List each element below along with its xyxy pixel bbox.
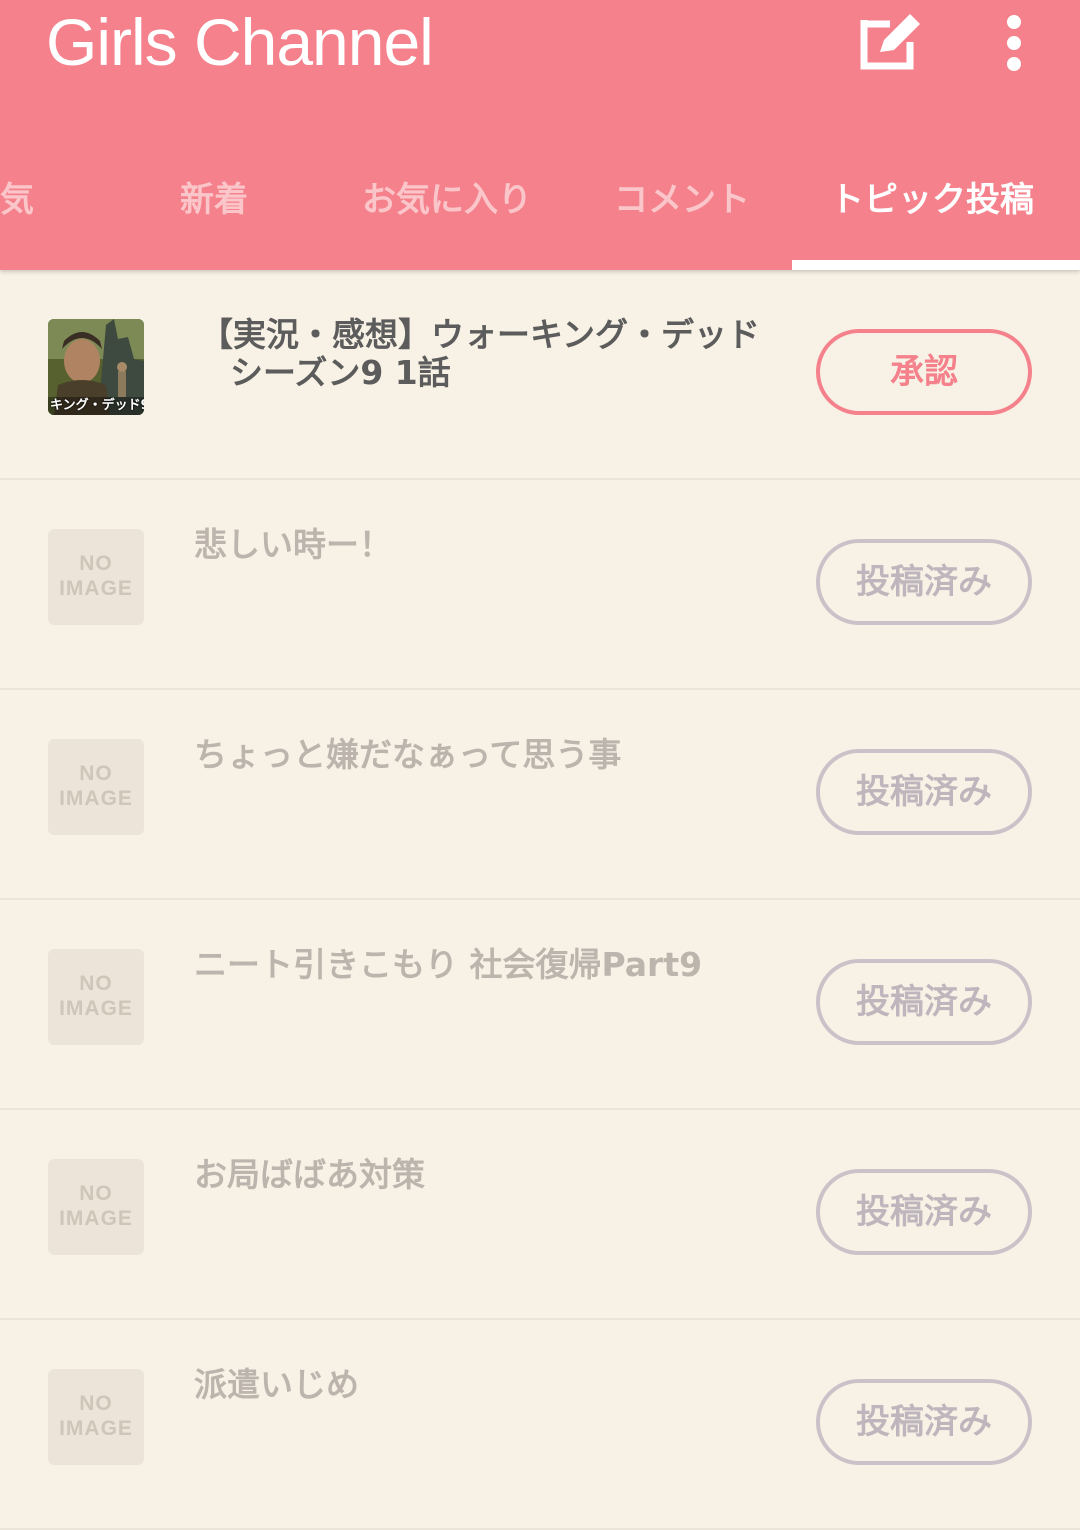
no-image-text-bottom: IMAGE xyxy=(59,787,133,810)
no-image-text-top: NO xyxy=(79,1392,113,1415)
tab-comments[interactable]: コメント xyxy=(614,170,750,230)
no-image-text-bottom: IMAGE xyxy=(59,1207,133,1230)
topic-title: お局ばばあ対策 xyxy=(194,1155,425,1194)
tab-favorites[interactable]: お気に入り xyxy=(362,170,532,230)
tab-new[interactable]: 新着 xyxy=(180,170,248,230)
topic-title: 悲しい時ー！ xyxy=(194,525,392,564)
topic-title: ニート引きこもり 社会復帰Part9 xyxy=(194,945,703,984)
approve-button[interactable]: 承認 xyxy=(816,329,1032,415)
topic-list: キング・デッド9 【実況・感想】ウォーキング・デッド シーズン9 1話 承認 N… xyxy=(0,270,1080,1530)
topic-thumbnail: キング・デッド9 xyxy=(48,319,144,415)
list-item[interactable]: NO IMAGE ニート引きこもり 社会復帰Part9 投稿済み xyxy=(0,900,1080,1110)
list-item[interactable]: NO IMAGE ちょっと嫌だなぁって思う事 投稿済み xyxy=(0,690,1080,900)
posted-button[interactable]: 投稿済み xyxy=(816,1169,1032,1255)
posted-button[interactable]: 投稿済み xyxy=(816,959,1032,1045)
topic-title: 派遣いじめ xyxy=(194,1365,359,1404)
posted-button[interactable]: 投稿済み xyxy=(816,539,1032,625)
list-item[interactable]: NO IMAGE 悲しい時ー！ 投稿済み xyxy=(0,480,1080,690)
no-image-thumbnail: NO IMAGE xyxy=(48,1159,144,1255)
no-image-text-bottom: IMAGE xyxy=(59,997,133,1020)
no-image-thumbnail: NO IMAGE xyxy=(48,529,144,625)
tab-topic-post[interactable]: トピック投稿 xyxy=(830,170,1034,230)
edit-icon[interactable] xyxy=(856,10,924,74)
no-image-text-bottom: IMAGE xyxy=(59,577,133,600)
tab-indicator xyxy=(792,260,1080,270)
no-image-thumbnail: NO IMAGE xyxy=(48,949,144,1045)
no-image-text-bottom: IMAGE xyxy=(59,1417,133,1440)
no-image-text-top: NO xyxy=(79,1182,113,1205)
topic-title-line2: シーズン9 1話 xyxy=(230,353,451,392)
no-image-text-top: NO xyxy=(79,552,113,575)
list-item[interactable]: キング・デッド9 【実況・感想】ウォーキング・デッド シーズン9 1話 承認 xyxy=(0,270,1080,480)
app-bar: Girls Channel 気 新着 お気に入り コメント トピック投稿 xyxy=(0,0,1080,270)
no-image-text-top: NO xyxy=(79,762,113,785)
app-title: Girls Channel xyxy=(46,5,434,79)
tab-popular[interactable]: 気 xyxy=(0,170,34,230)
list-item[interactable]: NO IMAGE お局ばばあ対策 投稿済み xyxy=(0,1110,1080,1320)
posted-button[interactable]: 投稿済み xyxy=(816,1379,1032,1465)
more-vert-icon[interactable] xyxy=(990,14,1038,74)
no-image-thumbnail: NO IMAGE xyxy=(48,739,144,835)
no-image-thumbnail: NO IMAGE xyxy=(48,1369,144,1465)
list-item[interactable]: NO IMAGE 派遣いじめ 投稿済み xyxy=(0,1320,1080,1530)
topic-title: 【実況・感想】ウォーキング・デッド シーズン9 1話 xyxy=(200,316,810,392)
tab-bar: 気 新着 お気に入り コメント トピック投稿 xyxy=(0,150,1080,270)
thumbnail-caption: キング・デッド9 xyxy=(50,398,144,413)
posted-button[interactable]: 投稿済み xyxy=(816,749,1032,835)
topic-title-line1: 【実況・感想】ウォーキング・デッド xyxy=(200,315,761,354)
no-image-text-top: NO xyxy=(79,972,113,995)
topic-title: ちょっと嫌だなぁって思う事 xyxy=(194,735,622,774)
